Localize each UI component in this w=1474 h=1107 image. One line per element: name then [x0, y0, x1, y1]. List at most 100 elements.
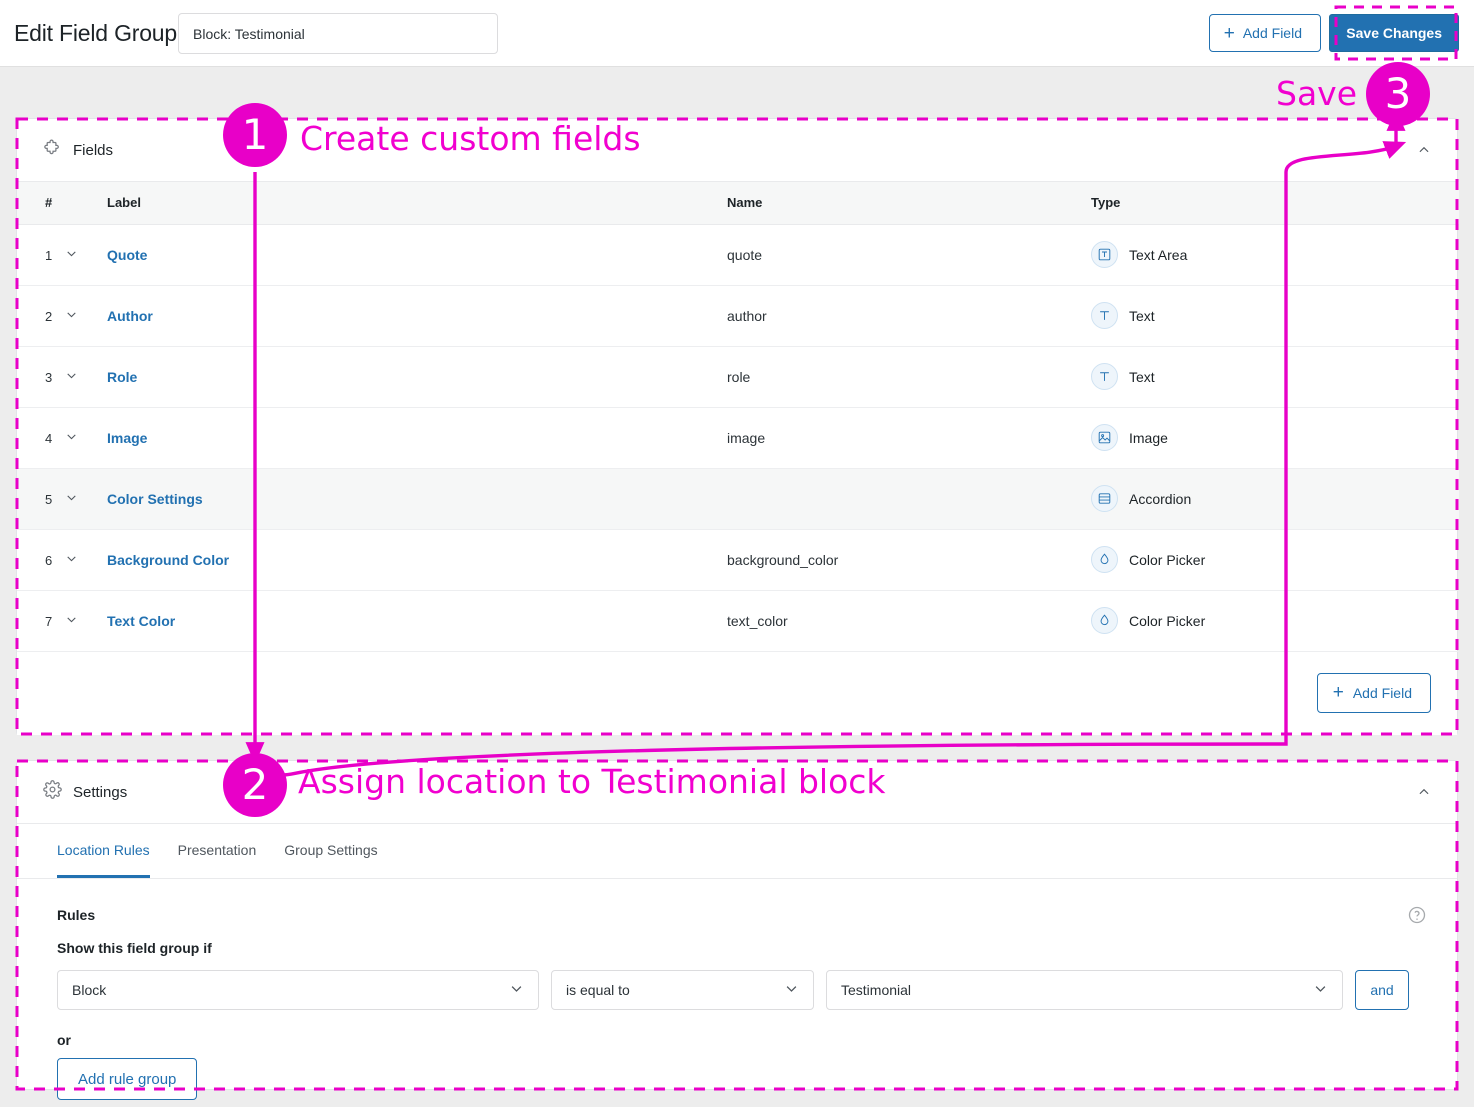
- table-row[interactable]: 1 Quote quote Text Area: [17, 224, 1459, 285]
- column-header-type: Type: [1089, 182, 1459, 224]
- tab-location-rules[interactable]: Location Rules: [57, 842, 150, 878]
- fields-table-header: # Label Name Type: [17, 182, 1459, 224]
- fields-panel-collapse-chevron-up-icon[interactable]: [1413, 139, 1435, 161]
- field-name-value: author: [727, 308, 767, 324]
- field-type-label: Accordion: [1129, 491, 1191, 507]
- field-row-toggle-chevron-down-icon[interactable]: [65, 430, 78, 446]
- field-row-toggle-chevron-down-icon[interactable]: [65, 552, 78, 568]
- field-type-cell: Text: [1091, 302, 1459, 329]
- field-type-cell: Color Picker: [1091, 607, 1459, 634]
- field-name-value: image: [727, 430, 765, 446]
- rules-title: Rules: [57, 907, 1417, 923]
- field-type-cell: Color Picker: [1091, 546, 1459, 573]
- field-row-toggle-chevron-down-icon[interactable]: [65, 308, 78, 324]
- add-field-button-bottom[interactable]: + Add Field: [1317, 673, 1431, 713]
- column-header-label: Label: [107, 182, 727, 224]
- field-group-title-input[interactable]: [178, 13, 498, 54]
- field-name-value: text_color: [727, 613, 788, 629]
- field-type-label: Color Picker: [1129, 613, 1205, 629]
- field-row-toggle-chevron-down-icon[interactable]: [65, 491, 78, 507]
- rule-param-select[interactable]: Block: [57, 970, 539, 1010]
- image-icon: [1091, 424, 1118, 451]
- plus-icon: +: [1224, 24, 1235, 43]
- field-type-cell: Text: [1091, 363, 1459, 390]
- field-name-value: background_color: [727, 552, 838, 568]
- field-row-number: 1: [45, 248, 52, 263]
- color-picker-icon: [1091, 546, 1118, 573]
- field-label-link[interactable]: Background Color: [107, 552, 229, 568]
- rule-operator-value: is equal to: [566, 982, 630, 998]
- field-label-link[interactable]: Role: [107, 369, 137, 385]
- settings-panel-header: Settings: [17, 761, 1457, 824]
- field-row-number: 3: [45, 370, 52, 385]
- add-field-label: Add Field: [1243, 25, 1302, 41]
- gear-icon: [43, 780, 62, 804]
- table-row[interactable]: 6 Background Color background_color Color P…: [17, 529, 1459, 590]
- fields-panel-header: Fields: [17, 119, 1457, 182]
- fields-panel-heading: Fields: [73, 142, 113, 159]
- field-label-link[interactable]: Author: [107, 308, 153, 324]
- settings-panel-heading: Settings: [73, 784, 127, 801]
- table-row[interactable]: 4 Image image Image: [17, 407, 1459, 468]
- top-bar: Edit Field Group + Add Field Save Change…: [0, 0, 1474, 67]
- field-type-label: Text: [1129, 369, 1155, 385]
- chevron-down-icon: [784, 981, 799, 999]
- plus-icon: +: [1333, 683, 1344, 702]
- field-type-cell: Text Area: [1091, 241, 1459, 268]
- tab-group-settings[interactable]: Group Settings: [284, 842, 377, 878]
- accordion-icon: [1091, 485, 1118, 512]
- field-name-value: quote: [727, 247, 762, 263]
- field-row-number: 2: [45, 309, 52, 324]
- field-row-toggle-chevron-down-icon[interactable]: [65, 247, 78, 263]
- question-mark-icon[interactable]: [1407, 905, 1427, 925]
- rule-param-value: Block: [72, 982, 106, 998]
- field-type-cell: Image: [1091, 424, 1459, 451]
- field-label-link[interactable]: Color Settings: [107, 491, 203, 507]
- add-field-label-bottom: Add Field: [1353, 685, 1412, 701]
- fields-table: # Label Name Type 1 Quote quote Text Area 2 A…: [17, 182, 1459, 652]
- text-icon: [1091, 363, 1118, 390]
- page-title: Edit Field Group: [14, 20, 177, 47]
- field-label-link[interactable]: Text Color: [107, 613, 175, 629]
- rules-subtitle: Show this field group if: [57, 940, 1417, 956]
- table-row[interactable]: 3 Role role Text: [17, 346, 1459, 407]
- field-label-link[interactable]: Quote: [107, 247, 147, 263]
- field-row-number: 4: [45, 431, 52, 446]
- annotation-step-3-badge: 3: [1366, 62, 1430, 126]
- column-header-name: Name: [727, 182, 1089, 224]
- settings-panel: Settings Location Rules Presentation Gro…: [16, 760, 1458, 1090]
- fields-table-body: 1 Quote quote Text Area 2 Author author Text 3 Ro…: [17, 224, 1459, 651]
- column-header-number: #: [17, 182, 65, 224]
- field-type-label: Text Area: [1129, 247, 1187, 263]
- settings-panel-collapse-chevron-up-icon[interactable]: [1413, 781, 1435, 803]
- add-and-rule-button[interactable]: and: [1355, 970, 1409, 1010]
- field-type-cell: Accordion: [1091, 485, 1459, 512]
- add-field-button-top[interactable]: + Add Field: [1209, 14, 1321, 52]
- table-row[interactable]: 7 Text Color text_color Color Picker: [17, 590, 1459, 651]
- save-changes-button[interactable]: Save Changes: [1329, 14, 1459, 52]
- table-row[interactable]: 2 Author author Text: [17, 285, 1459, 346]
- fields-table-footer: + Add Field: [17, 652, 1457, 735]
- rule-row: Block is equal to Testimonial: [57, 970, 1417, 1010]
- puzzle-piece-icon: [43, 138, 62, 162]
- table-row[interactable]: 5 Color Settings Accordion: [17, 468, 1459, 529]
- field-row-number: 6: [45, 553, 52, 568]
- tab-presentation[interactable]: Presentation: [178, 842, 257, 878]
- chevron-down-icon: [509, 981, 524, 999]
- field-type-label: Image: [1129, 430, 1168, 446]
- field-row-number: 7: [45, 614, 52, 629]
- annotation-step-3-text: Save: [1276, 74, 1357, 113]
- text-area-icon: [1091, 241, 1118, 268]
- add-rule-group-button[interactable]: Add rule group: [57, 1058, 197, 1100]
- or-label: or: [57, 1032, 1417, 1048]
- rule-value-value: Testimonial: [841, 982, 911, 998]
- field-row-toggle-chevron-down-icon[interactable]: [65, 613, 78, 629]
- rule-value-select[interactable]: Testimonial: [826, 970, 1343, 1010]
- field-label-link[interactable]: Image: [107, 430, 147, 446]
- rule-operator-select[interactable]: is equal to: [551, 970, 814, 1010]
- color-picker-icon: [1091, 607, 1118, 634]
- fields-panel: Fields # Label Name Type 1 Quote quote Text…: [16, 118, 1458, 735]
- field-row-toggle-chevron-down-icon[interactable]: [65, 369, 78, 385]
- field-row-number: 5: [45, 492, 52, 507]
- field-name-value: role: [727, 369, 750, 385]
